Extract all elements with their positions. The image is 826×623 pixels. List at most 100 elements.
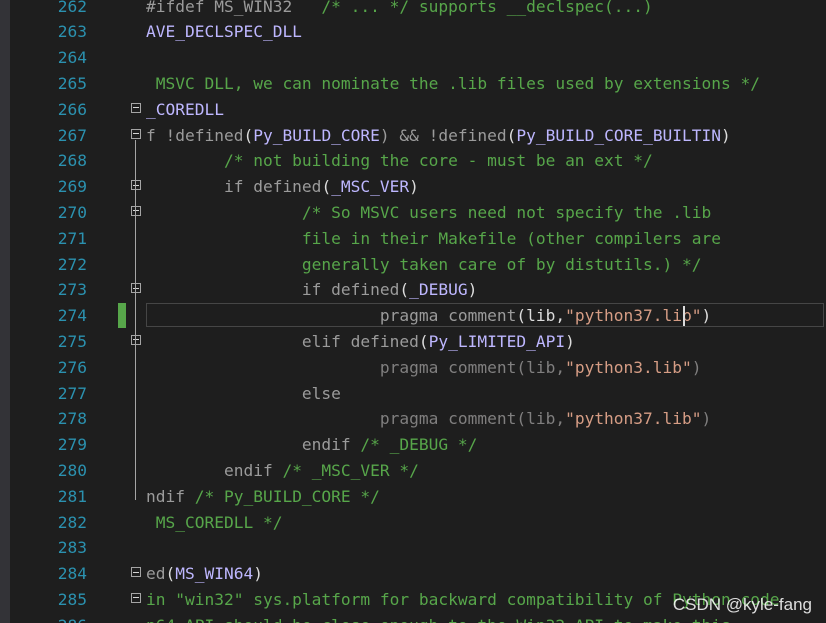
code-token: ) xyxy=(721,125,731,145)
code-line[interactable]: 281 ndif /* Py_BUILD_CORE */ xyxy=(0,484,826,510)
collapse-icon[interactable] xyxy=(131,334,141,345)
code-token: ) xyxy=(253,564,263,584)
code-text: if defined(_DEBUG) xyxy=(146,277,477,303)
code-line[interactable]: 274 pragma comment(lib,"python37.lib") xyxy=(0,303,826,329)
code-token: ( xyxy=(399,280,410,300)
code-token: pragma comment xyxy=(146,306,517,326)
code-line[interactable]: 276 pragma comment(lib,"python3.lib") xyxy=(0,355,826,381)
code-text: MS_COREDLL */ xyxy=(146,510,283,536)
code-text: file in their Makefile (other compilers … xyxy=(146,226,721,252)
line-number: 271 xyxy=(57,228,87,248)
code-token: pragma comment xyxy=(146,357,517,377)
code-token: /* ... */ supports __declspec(...) xyxy=(292,0,653,16)
fold-guide xyxy=(135,216,136,268)
code-text: n64 API should be close enough to the Wi… xyxy=(146,613,731,623)
code-token: endif xyxy=(146,460,283,480)
code-token: ed xyxy=(146,564,166,584)
code-text: elif defined(Py_LIMITED_API) xyxy=(146,329,575,355)
text-caret xyxy=(683,306,685,327)
line-number: 275 xyxy=(57,331,87,351)
code-token: MSVC DLL, we can nominate the .lib files… xyxy=(146,73,760,93)
line-number: 272 xyxy=(57,254,87,274)
code-line[interactable]: 263 AVE_DECLSPEC_DLL xyxy=(0,19,826,45)
code-line[interactable]: 280 endif /* _MSC_VER */ xyxy=(0,458,826,484)
collapse-icon[interactable] xyxy=(131,283,141,294)
line-number: 279 xyxy=(57,435,87,455)
code-token: ( xyxy=(321,177,332,197)
code-token: f !defined xyxy=(146,125,244,145)
collapse-icon[interactable] xyxy=(131,567,141,578)
code-token: generally taken care of by distutils.) *… xyxy=(146,254,702,274)
code-line[interactable]: 266 _COREDLL xyxy=(0,97,826,123)
code-token: /* _MSC_VER */ xyxy=(282,460,419,480)
code-token: ) xyxy=(701,409,712,429)
code-text: /* not building the core - must be an ex… xyxy=(146,148,653,174)
code-line[interactable]: 262 #ifdef MS_WIN32 /* ... */ supports __… xyxy=(0,0,826,19)
collapse-icon[interactable] xyxy=(131,128,141,139)
code-token: "python3.lib" xyxy=(565,357,692,377)
code-line[interactable]: 268 /* not building the core - must be a… xyxy=(0,148,826,174)
code-token: /* Py_BUILD_CORE */ xyxy=(194,486,380,506)
code-line[interactable]: 282 MS_COREDLL */ xyxy=(0,510,826,536)
code-token: MS_WIN64 xyxy=(175,564,254,584)
code-text: ndif /* Py_BUILD_CORE */ xyxy=(146,484,380,510)
change-marker xyxy=(118,303,126,329)
code-text: MSVC DLL, we can nominate the .lib files… xyxy=(146,71,760,97)
line-number: 276 xyxy=(57,357,87,377)
line-number: 268 xyxy=(57,151,87,171)
code-token: ndif xyxy=(146,486,195,506)
code-token: (lib, xyxy=(516,409,566,429)
line-number: 263 xyxy=(57,22,87,42)
code-token: "python37.lib" xyxy=(565,409,702,429)
code-editor[interactable]: 262 #ifdef MS_WIN32 /* ... */ supports __… xyxy=(0,0,826,623)
collapse-icon[interactable] xyxy=(131,592,141,603)
code-token: _DEBUG xyxy=(409,280,468,300)
code-token: ( xyxy=(506,125,517,145)
code-token: ) xyxy=(467,280,478,300)
code-text: /* So MSVC users need not specify the .l… xyxy=(146,200,711,226)
code-line[interactable]: 279 endif /* _DEBUG */ xyxy=(0,432,826,458)
code-token: (lib, xyxy=(516,357,566,377)
code-line[interactable]: 277 else xyxy=(0,381,826,407)
line-number: 266 xyxy=(57,99,87,119)
code-line[interactable]: 271 file in their Makefile (other compil… xyxy=(0,226,826,252)
code-token: Py_BUILD_CORE_BUILTIN xyxy=(516,125,722,145)
code-token: ( xyxy=(243,125,254,145)
code-line[interactable]: 265 MSVC DLL, we can nominate the .lib f… xyxy=(0,71,826,97)
code-line[interactable]: 275 elif defined(Py_LIMITED_API) xyxy=(0,329,826,355)
line-number: 283 xyxy=(57,538,87,558)
code-text: pragma comment(lib,"python37.lib") xyxy=(146,303,711,329)
code-line[interactable]: 272 generally taken care of by distutils… xyxy=(0,252,826,278)
code-token: ) xyxy=(701,306,712,326)
code-token: ) xyxy=(565,331,575,351)
code-token: _MSC_VER xyxy=(331,177,410,197)
line-number: 273 xyxy=(57,280,87,300)
code-token: endif xyxy=(146,435,361,455)
code-token: ( xyxy=(418,331,429,351)
code-line[interactable]: 267 f !defined(Py_BUILD_CORE) && !defined… xyxy=(0,123,826,149)
collapse-icon[interactable] xyxy=(131,180,141,191)
code-token: ) xyxy=(691,357,702,377)
code-line[interactable]: 284 ed(MS_WIN64) xyxy=(0,561,826,587)
code-text: #ifdef MS_WIN32 /* ... */ supports __dec… xyxy=(146,0,653,19)
code-text: f !defined(Py_BUILD_CORE) && !defined(Py… xyxy=(146,123,731,149)
code-token: if defined xyxy=(146,177,322,197)
code-token: /* So MSVC users need not specify the .l… xyxy=(146,202,712,222)
code-line[interactable]: 283 xyxy=(0,535,826,561)
line-number: 264 xyxy=(57,48,87,68)
code-line[interactable]: 278 pragma comment(lib,"python37.lib") xyxy=(0,406,826,432)
line-number: 274 xyxy=(57,306,87,326)
collapse-icon[interactable] xyxy=(131,205,141,216)
code-line[interactable]: 264 xyxy=(0,45,826,71)
code-line[interactable]: 269 if defined(_MSC_VER) xyxy=(0,174,826,200)
code-token: "python37.lib" xyxy=(565,306,702,326)
line-number: 282 xyxy=(57,512,87,532)
code-token: else xyxy=(146,383,341,403)
code-line[interactable]: 270 /* So MSVC users need not specify th… xyxy=(0,200,826,226)
code-text: endif /* _MSC_VER */ xyxy=(146,458,419,484)
line-number: 269 xyxy=(57,177,87,197)
collapse-icon[interactable] xyxy=(131,102,141,113)
line-number: 277 xyxy=(57,383,87,403)
code-line[interactable]: 273 if defined(_DEBUG) xyxy=(0,277,826,303)
line-number: 281 xyxy=(57,486,87,506)
